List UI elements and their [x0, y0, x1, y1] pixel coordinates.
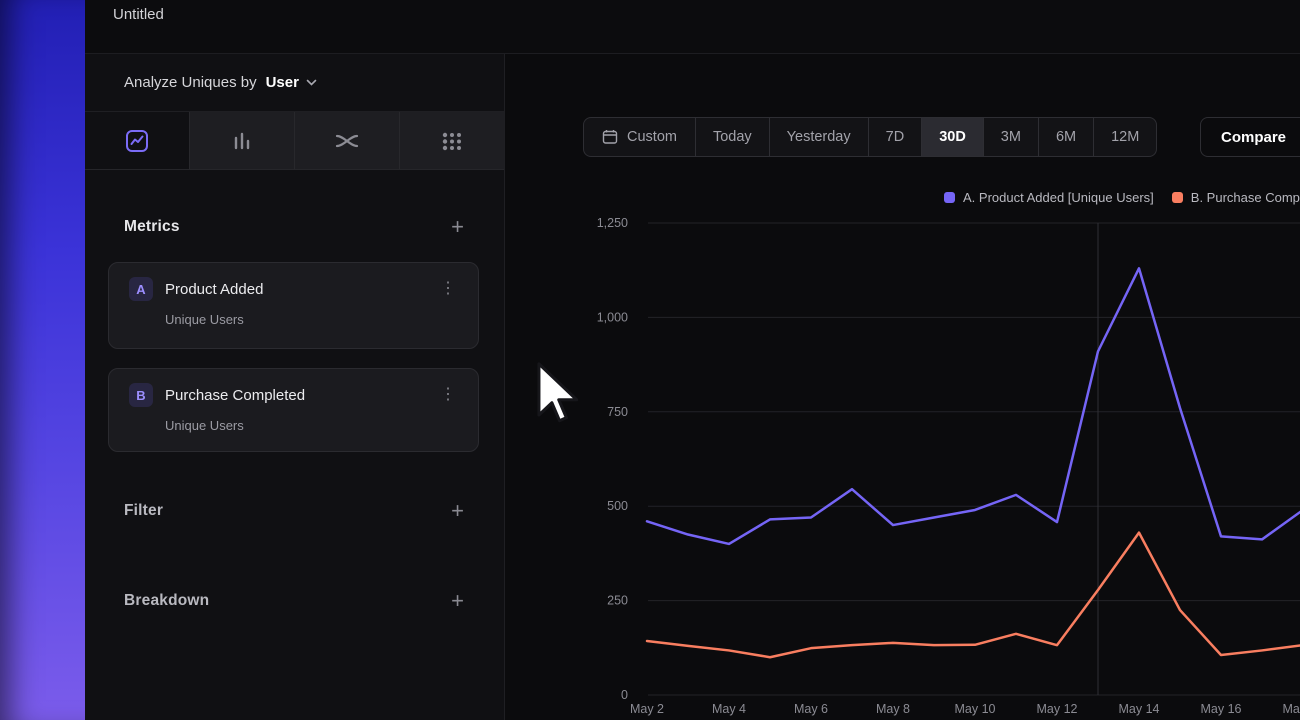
y-axis-tick-label: 750 [607, 405, 628, 419]
range-button-custom[interactable]: Custom [584, 118, 695, 156]
tab-retention-grid[interactable] [399, 112, 504, 169]
line-chart[interactable]: 0 250 500 750 1,000 1,250 May 2 May 4 May 6 May 8… [505, 160, 1300, 720]
add-filter-button[interactable]: + [451, 501, 464, 521]
range-button-today[interactable]: Today [695, 118, 769, 156]
metrics-section-header: Metrics + [124, 214, 464, 240]
range-button-12m[interactable]: 12M [1093, 118, 1156, 156]
x-axis-tick-label: May 6 [794, 702, 828, 716]
query-builder-panel: Analyze Uniques by User Metrics + A [85, 54, 505, 720]
flow-icon [333, 128, 361, 154]
metric-badge-a: A [129, 277, 153, 301]
x-axis-tick-label: May 12 [1037, 702, 1078, 716]
top-bar: Untitled [85, 0, 1300, 54]
kebab-menu-icon[interactable]: ⋮ [436, 385, 460, 405]
metric-name: Product Added [165, 281, 263, 298]
x-axis-tick-label: May 18 [1283, 702, 1300, 716]
metric-subtitle[interactable]: Unique Users [165, 418, 460, 433]
analyze-label: Analyze Uniques by [124, 74, 257, 91]
app-window: Untitled Analyze Uniques by User Metrics… [0, 0, 1300, 720]
breakdown-section-header: Breakdown + [124, 588, 464, 614]
breakdown-heading: Breakdown [124, 592, 209, 610]
retention-grid-icon [439, 128, 465, 154]
x-axis-tick-label: May 10 [955, 702, 996, 716]
metric-card-a[interactable]: A Product Added ⋮ Unique Users [108, 262, 479, 349]
range-label: 12M [1111, 129, 1139, 145]
report-title[interactable]: Untitled [113, 6, 164, 23]
filter-heading: Filter [124, 502, 163, 520]
metric-name: Purchase Completed [165, 387, 305, 404]
range-label: Yesterday [787, 129, 851, 145]
x-axis-tick-label: May 4 [712, 702, 746, 716]
range-label: 3M [1001, 129, 1021, 145]
line-chart-icon [124, 128, 150, 154]
range-label: Custom [627, 129, 677, 145]
metric-badge-b: B [129, 383, 153, 407]
kebab-menu-icon[interactable]: ⋮ [436, 279, 460, 299]
metric-card-row: B Purchase Completed ⋮ [129, 383, 460, 407]
y-axis-tick-label: 1,250 [597, 216, 628, 230]
range-button-7d[interactable]: 7D [868, 118, 922, 156]
chart-type-tabs [85, 112, 504, 170]
series-line[interactable] [647, 268, 1300, 544]
range-button-6m[interactable]: 6M [1038, 118, 1093, 156]
y-axis-tick-label: 0 [621, 688, 628, 702]
range-label: 7D [886, 129, 905, 145]
x-axis-tick-label: May 2 [630, 702, 664, 716]
analyze-header: Analyze Uniques by User [85, 54, 504, 112]
y-axis-tick-label: 250 [607, 594, 628, 608]
metric-card-row: A Product Added ⋮ [129, 277, 460, 301]
analyze-by-dropdown[interactable]: User [266, 74, 299, 91]
filter-section-header: Filter + [124, 498, 464, 524]
tab-flow[interactable] [294, 112, 399, 169]
x-axis-tick-label: May 14 [1119, 702, 1160, 716]
range-label: 30D [939, 129, 966, 145]
add-metric-button[interactable]: + [451, 217, 464, 237]
chart-panel: Custom Today Yesterday 7D 30D 3M 6M 12M Compare… [505, 54, 1300, 720]
tab-line-chart[interactable] [85, 112, 189, 169]
y-axis-tick-label: 1,000 [597, 310, 628, 324]
metric-card-b[interactable]: B Purchase Completed ⋮ Unique Users [108, 368, 479, 452]
calendar-icon [602, 129, 618, 145]
tab-bar-chart[interactable] [189, 112, 294, 169]
range-label: Today [713, 129, 752, 145]
compare-button[interactable]: Compare [1200, 117, 1300, 157]
range-label: 6M [1056, 129, 1076, 145]
x-axis-tick-label: May 16 [1201, 702, 1242, 716]
chevron-down-icon [306, 79, 317, 86]
bar-chart-icon [229, 128, 255, 154]
range-button-3m[interactable]: 3M [983, 118, 1038, 156]
x-axis-tick-label: May 8 [876, 702, 910, 716]
y-axis-tick-label: 500 [607, 499, 628, 513]
add-breakdown-button[interactable]: + [451, 591, 464, 611]
date-range-group: Custom Today Yesterday 7D 30D 3M 6M 12M [583, 117, 1157, 157]
metrics-heading: Metrics [124, 218, 180, 236]
metric-subtitle[interactable]: Unique Users [165, 312, 460, 327]
range-button-30d[interactable]: 30D [921, 118, 983, 156]
range-button-yesterday[interactable]: Yesterday [769, 118, 868, 156]
series-line[interactable] [647, 533, 1300, 658]
app-nav-strip [0, 0, 85, 720]
